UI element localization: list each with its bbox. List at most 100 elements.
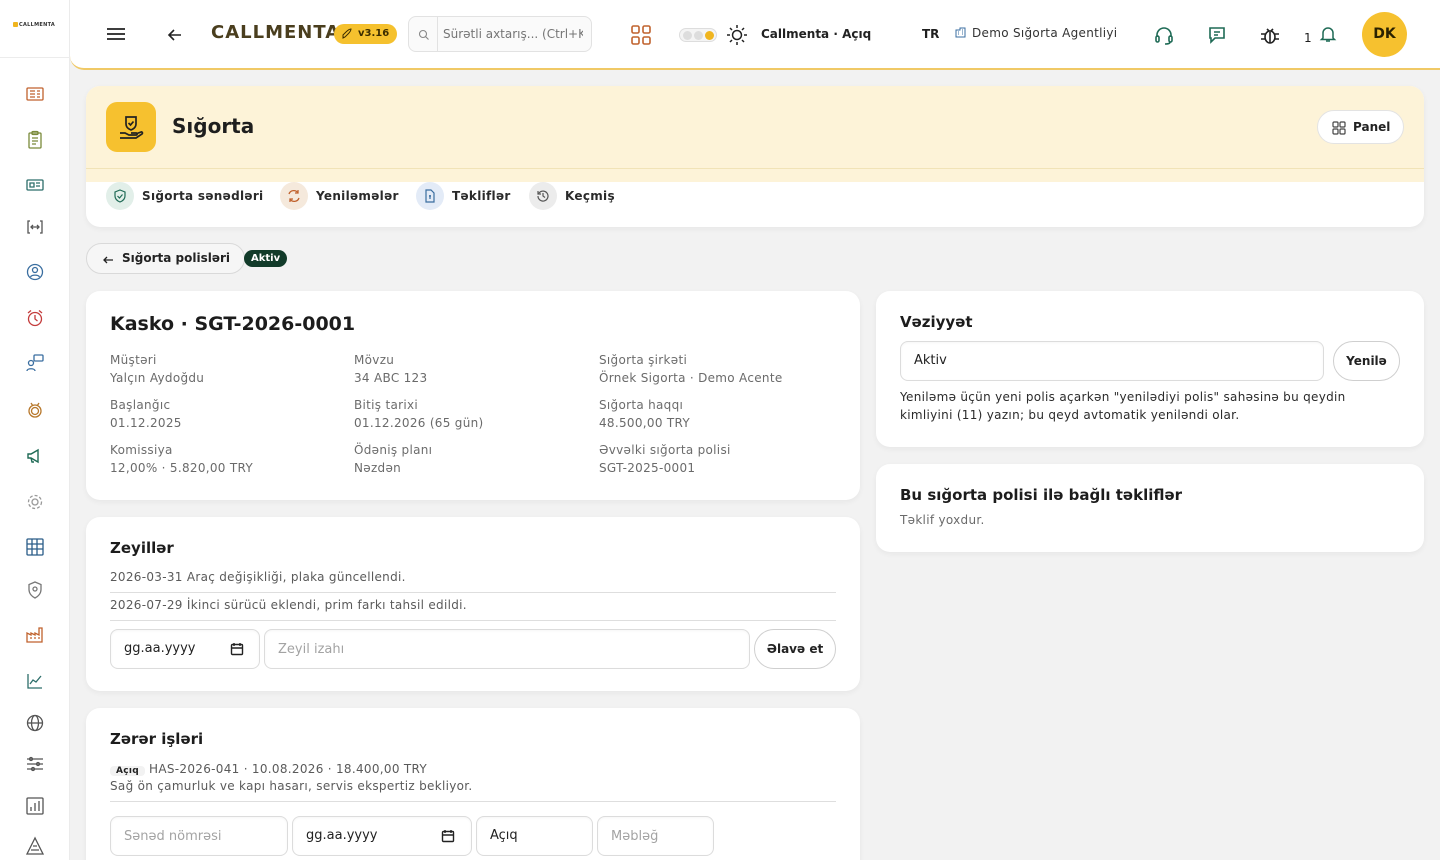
endorsements-card: Zeyillər 2026-03-31 Araç değişikliği, pl…: [86, 517, 860, 691]
theme-toggle[interactable]: [679, 28, 717, 42]
menu-icon[interactable]: [106, 26, 126, 42]
field-value: SGT-2025-0001: [599, 461, 696, 475]
sidebar: CALLMENTA: [0, 0, 70, 860]
medal-icon[interactable]: [24, 399, 46, 421]
list-item: 2026-03-31 Araç değişikliği, plaka günce…: [110, 570, 406, 584]
policy-card: Kasko · SGT-2026-0001 Müştəri Yalçın Aydo…: [86, 291, 860, 500]
shield-icon[interactable]: [24, 579, 46, 601]
related-offers-card: Bu sığorta polisi ilə bağlı təkliflər Tə…: [876, 464, 1424, 552]
factory-icon[interactable]: [24, 624, 46, 646]
notification-count: 1: [1304, 31, 1312, 45]
globe-icon[interactable]: [24, 712, 46, 734]
apps-grid-icon[interactable]: [630, 24, 652, 46]
field-payment-plan: Ödəniş planı Nəzdən: [354, 441, 432, 477]
logo-text: CALLMENTA: [19, 22, 56, 28]
date-placeholder: gg.aa.yyyy: [306, 828, 378, 843]
dashboard-icon: [1332, 121, 1346, 135]
state-card: Vəziyyət Aktiv Yenilə Yeniləmə üçün yeni…: [876, 291, 1424, 447]
bar-chart-icon[interactable]: [24, 795, 46, 817]
rocket-icon: [342, 28, 352, 39]
header-band: Sığorta Panel: [86, 86, 1424, 182]
language-selector[interactable]: TR: [922, 27, 939, 41]
renew-button[interactable]: Yenilə: [1333, 341, 1400, 381]
field-label: Komissiya: [110, 443, 173, 457]
add-endorsement-button[interactable]: Əlavə et: [754, 629, 836, 669]
field-label: Əvvəlki sığorta polisi: [599, 443, 731, 457]
headset-user-icon[interactable]: [24, 261, 46, 283]
empty-state: Təklif yoxdur.: [900, 513, 985, 527]
field-insurer: Sığorta şirkəti Örnek Sigorta · Demo Acen…: [599, 351, 783, 387]
claim-description: Sağ ön çamurluk ve kapı hasarı, servis e…: [110, 779, 473, 793]
headset-icon[interactable]: [1153, 24, 1175, 46]
section-title: Zərər işləri: [110, 730, 204, 748]
tab-offers[interactable]: Təkliflər: [416, 182, 511, 210]
endorsement-note-input[interactable]: [264, 629, 750, 669]
sun-icon[interactable]: [726, 24, 748, 46]
grid-board-icon[interactable]: [24, 536, 46, 558]
bell-icon[interactable]: [1319, 25, 1337, 43]
user-avatar[interactable]: DK: [1362, 12, 1407, 57]
claim-document-input[interactable]: [110, 816, 288, 856]
agency-selector[interactable]: Demo Sığorta Agentliyi: [955, 26, 1117, 40]
divider: [437, 17, 438, 51]
divider: [110, 801, 836, 802]
history-icon: [529, 182, 557, 210]
claim-amount-input[interactable]: [597, 816, 714, 856]
ticket-list-icon[interactable]: [24, 83, 46, 105]
tab-renewals[interactable]: Yeniləmələr: [280, 182, 399, 210]
date-placeholder: gg.aa.yyyy: [124, 641, 196, 656]
claim-status-badge: Açıq: [110, 766, 146, 776]
chat-icon[interactable]: [1206, 24, 1228, 46]
field-value: 34 ABC 123: [354, 371, 428, 385]
agency-name: Demo Sığorta Agentliyi: [972, 26, 1118, 40]
code-brackets-icon[interactable]: [24, 216, 46, 238]
version-badge: v3.16: [334, 24, 398, 44]
back-to-policies-button[interactable]: Sığorta polisləri: [86, 243, 246, 274]
chat-users-icon[interactable]: [24, 352, 46, 374]
tab-policies[interactable]: Sığorta sənədləri: [106, 182, 263, 210]
search-icon[interactable]: [418, 29, 430, 41]
bug-icon[interactable]: [1259, 24, 1281, 46]
section-title: Bu sığorta polisi ilə bağlı təkliflər: [900, 486, 1183, 504]
top-bar: CALLMENTA v3.16 Callmenta · Açıq TR Demo…: [70, 0, 1440, 70]
state-select[interactable]: Aktiv: [900, 341, 1324, 381]
brand-name: CALLMENTA: [211, 22, 341, 43]
megaphone-icon[interactable]: [24, 445, 46, 467]
list-item: 2026-07-29 İkinci sürücü eklendi, prim f…: [110, 598, 467, 612]
field-start-date: Başlanğıc 01.12.2025: [110, 396, 182, 432]
section-title: Zeyillər: [110, 539, 174, 557]
policy-title: Kasko · SGT-2026-0001: [110, 313, 356, 335]
search-box: [408, 16, 592, 52]
sliders-icon[interactable]: [24, 753, 46, 775]
logo[interactable]: CALLMENTA: [13, 22, 55, 28]
line-chart-icon[interactable]: [24, 670, 46, 692]
tab-label: Sığorta sənədləri: [142, 189, 264, 203]
clipboard-icon[interactable]: [24, 129, 46, 151]
claims-card: Zərər işləri Açıq HAS-2026-041 · 10.08.20…: [86, 708, 860, 860]
claim-date-input[interactable]: gg.aa.yyyy: [292, 816, 472, 856]
page-title: Sığorta: [172, 114, 255, 138]
claim-row: Açıq HAS-2026-041 · 10.08.2026 · 18.400,0…: [110, 762, 427, 776]
divider: [110, 620, 836, 621]
status-badge: Aktiv: [244, 250, 288, 267]
tab-history[interactable]: Keçmiş: [529, 182, 615, 210]
id-card-icon[interactable]: [24, 174, 46, 196]
field-value: 12,00% · 5.820,00 TRY: [110, 461, 253, 475]
panel-button[interactable]: Panel: [1317, 110, 1404, 144]
shield-check-icon: [106, 182, 134, 210]
panel-label: Panel: [1353, 120, 1391, 134]
field-end-date: Bitiş tarixi 01.12.2026 (65 gün): [354, 396, 484, 432]
field-value: Yalçın Aydoğdu: [110, 371, 205, 385]
calendar-icon[interactable]: [230, 642, 244, 656]
gear-icon[interactable]: [24, 491, 46, 513]
back-arrow-icon[interactable]: [166, 26, 184, 44]
claim-status-select[interactable]: Açıq: [476, 816, 593, 856]
triangle-warning-icon[interactable]: [24, 835, 46, 857]
calendar-icon[interactable]: [441, 829, 455, 843]
search-input[interactable]: [443, 23, 583, 45]
alarm-clock-icon[interactable]: [24, 307, 46, 329]
refresh-icon: [280, 182, 308, 210]
endorsement-date-input[interactable]: gg.aa.yyyy: [110, 629, 260, 669]
field-label: Mövzu: [354, 353, 395, 367]
field-previous-policy: Əvvəlki sığorta polisi SGT-2025-0001: [599, 441, 731, 477]
